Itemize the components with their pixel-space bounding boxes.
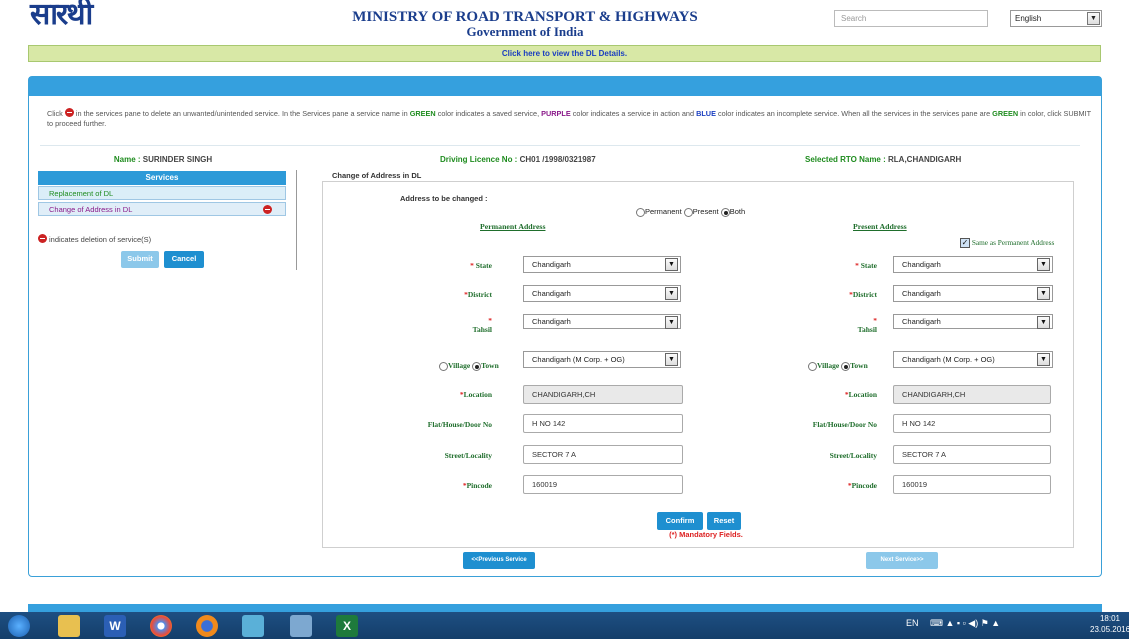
next-service-button[interactable]: Next Service>> <box>866 552 938 569</box>
chevron-down-icon: ▼ <box>665 353 678 366</box>
perm-street-label: Street/Locality <box>444 451 492 460</box>
perm-village-town: Village Town <box>439 361 499 371</box>
perm-district-select[interactable]: Chandigarh ▼ <box>523 285 681 302</box>
tray-icons[interactable]: ⌨ ▲ ▪ ▫ ◀) ⚑ ▲ <box>930 618 1000 629</box>
pres-district-select[interactable]: Chandigarh ▼ <box>893 285 1053 302</box>
pres-location-input[interactable]: CHANDIGARH,CH <box>893 385 1051 404</box>
network-app-icon[interactable] <box>290 615 312 637</box>
radio-perm-town[interactable] <box>472 361 482 371</box>
perm-location-label: *Location <box>459 390 492 399</box>
services-header: Services <box>38 171 286 185</box>
perm-district-label: *District <box>464 290 492 299</box>
pres-state-select[interactable]: Chandigarh ▼ <box>893 256 1053 273</box>
perm-pincode-label: *Pincode <box>462 481 492 490</box>
radio-present[interactable] <box>683 207 693 217</box>
excel-icon[interactable]: X <box>336 615 358 637</box>
pres-pincode-label: *Pincode <box>847 481 877 490</box>
pres-state-label: * State <box>855 261 877 270</box>
chevron-down-icon: ▼ <box>1037 258 1050 271</box>
chrome-icon[interactable] <box>150 615 172 637</box>
perm-town-select[interactable]: Chandigarh (M Corp. + OG) ▼ <box>523 351 681 368</box>
previous-service-button[interactable]: <<Previous Service <box>463 552 535 569</box>
pres-flat-label: Flat/House/Door No <box>812 420 877 429</box>
perm-state-label: * State <box>470 261 492 270</box>
present-address-heading: Present Address <box>853 222 907 231</box>
pres-location-label: *Location <box>844 390 877 399</box>
perm-pincode-input[interactable]: 160019 <box>523 475 683 494</box>
radio-pres-town[interactable] <box>841 361 851 371</box>
perm-flat-label: Flat/House/Door No <box>427 420 492 429</box>
pres-street-label: Street/Locality <box>829 451 877 460</box>
chevron-down-icon: ▼ <box>1037 287 1050 300</box>
input-language[interactable]: EN <box>906 618 919 628</box>
radio-permanent[interactable] <box>636 207 645 217</box>
perm-tahsil-select[interactable]: Chandigarh ▼ <box>523 314 681 329</box>
chevron-down-icon: ▼ <box>665 287 678 300</box>
deletion-note: indicates deletion of service(S) <box>38 233 151 244</box>
radio-both[interactable] <box>720 207 730 217</box>
start-button-icon[interactable] <box>8 615 30 637</box>
firefox-icon[interactable] <box>196 615 218 637</box>
language-select[interactable]: English ▼ <box>1010 10 1102 27</box>
radio-pres-village[interactable] <box>808 361 817 371</box>
pres-town-select[interactable]: Chandigarh (M Corp. + OG) ▼ <box>893 351 1053 368</box>
pres-street-input[interactable]: SECTOR 7 A <box>893 445 1051 464</box>
form-title: Change of Address in DL <box>332 171 422 180</box>
file-explorer-icon[interactable] <box>58 615 80 637</box>
panel-header <box>29 77 1101 96</box>
perm-state-select[interactable]: Chandigarh ▼ <box>523 256 681 273</box>
delete-service-icon[interactable] <box>263 205 272 214</box>
app-icon[interactable] <box>242 615 264 637</box>
driving-licence-no: Driving Licence No : CH01 /1998/0321987 <box>440 155 596 164</box>
instructions: Click in the services pane to delete an … <box>47 108 1091 128</box>
mandatory-note: (*) Mandatory Fields. <box>669 530 743 539</box>
permanent-address-heading: Permanent Address <box>480 222 546 231</box>
reset-button[interactable]: Reset <box>707 512 741 530</box>
language-value: English <box>1015 14 1042 23</box>
service-item-change-address[interactable]: Change of Address in DL <box>38 202 286 216</box>
same-as-permanent-checkbox[interactable]: ✓ <box>960 238 970 249</box>
divider <box>40 145 1080 146</box>
same-as-permanent: ✓ Same as Permanent Address <box>960 238 1055 249</box>
chevron-down-icon: ▼ <box>665 258 678 271</box>
delete-icon <box>38 234 47 243</box>
dl-details-link[interactable]: Click here to view the DL Details. <box>28 45 1101 62</box>
sidebar-divider <box>296 170 297 270</box>
confirm-button[interactable]: Confirm <box>657 512 703 530</box>
submit-button[interactable]: Submit <box>121 251 159 268</box>
delete-icon <box>64 108 74 117</box>
applicant-name: Name : SURINDER SINGH <box>113 155 213 164</box>
chevron-down-icon[interactable]: ▼ <box>1087 12 1100 25</box>
footer-strip <box>28 604 1102 612</box>
perm-location-input[interactable]: CHANDIGARH,CH <box>523 385 683 404</box>
pres-tahsil-select[interactable]: Chandigarh ▼ <box>893 314 1053 329</box>
chevron-down-icon: ▼ <box>1037 316 1050 329</box>
cancel-button[interactable]: Cancel <box>164 251 204 268</box>
perm-street-input[interactable]: SECTOR 7 A <box>523 445 683 464</box>
pres-district-label: *District <box>849 290 877 299</box>
word-icon[interactable]: W <box>104 615 126 637</box>
perm-flat-input[interactable]: H NO 142 <box>523 414 683 433</box>
pres-village-town: Village Town <box>808 361 868 371</box>
chevron-down-icon: ▼ <box>665 316 678 329</box>
chevron-down-icon: ▼ <box>1037 353 1050 366</box>
service-item-replacement[interactable]: Replacement of DL <box>38 186 286 200</box>
sarathi-logo: सारथी <box>30 0 93 32</box>
perm-tahsil-label: * Tahsil <box>472 316 492 334</box>
pres-tahsil-label: * Tahsil <box>857 316 877 334</box>
pres-flat-input[interactable]: H NO 142 <box>893 414 1051 433</box>
search-input[interactable]: Search <box>834 10 988 27</box>
ministry-title: MINISTRY OF ROAD TRANSPORT & HIGHWAYS <box>352 9 698 25</box>
taskbar-clock[interactable]: 18:01 23.05.2016 <box>1090 613 1129 635</box>
pres-pincode-input[interactable]: 160019 <box>893 475 1051 494</box>
government-subtitle: Government of India <box>466 24 584 39</box>
address-to-change-label: Address to be changed : <box>400 194 488 203</box>
address-type-radios: Permanent Present Both <box>636 207 745 217</box>
radio-perm-village[interactable] <box>439 361 448 371</box>
selected-rto: Selected RTO Name : RLA,CHANDIGARH <box>805 155 962 164</box>
